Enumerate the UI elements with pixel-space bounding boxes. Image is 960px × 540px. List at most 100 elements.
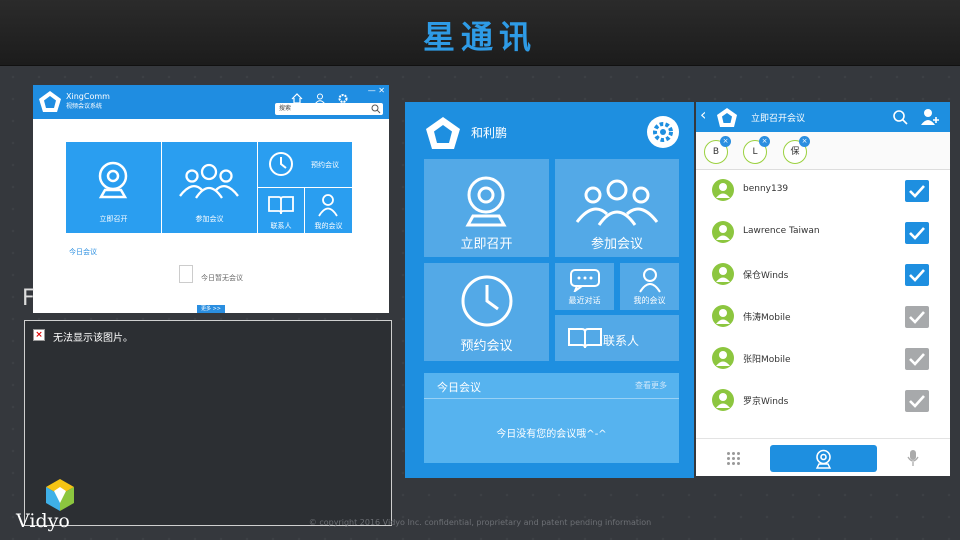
person-icon (318, 194, 338, 217)
contact-row[interactable]: 伟涛Mobile (696, 296, 950, 338)
desktop-tile-schedule[interactable]: 预约会议 (258, 142, 352, 187)
desktop-search-input[interactable]: 搜索 (275, 103, 383, 115)
desktop-tile-join[interactable]: 参加会议 (162, 142, 257, 233)
clock-icon (269, 152, 293, 176)
tablet-tile-start[interactable]: 立即召开 (424, 159, 549, 257)
selected-contacts-bar: B × L × 保 × (696, 132, 950, 170)
contact-name: 伟涛Mobile (743, 313, 791, 323)
group-icon (179, 163, 239, 199)
empty-document-icon (179, 265, 193, 283)
webcam-icon (465, 176, 507, 227)
contact-checkbox[interactable] (905, 222, 929, 244)
avatar-icon (712, 179, 734, 201)
tablet-tile-join[interactable]: 参加会议 (555, 159, 679, 257)
xingcomm-logo-icon (39, 91, 61, 112)
tablet-today-header: 今日会议 (437, 381, 481, 394)
selected-chip[interactable]: 保 × (783, 136, 810, 164)
tablet-tile-contacts[interactable]: 联系人 (555, 315, 679, 361)
book-icon (568, 328, 602, 349)
dialpad-icon[interactable] (726, 451, 741, 466)
window-controls[interactable]: — ✕ (368, 86, 385, 95)
chip-label: 保 (790, 147, 800, 157)
contact-checkbox[interactable] (905, 264, 929, 286)
divider (424, 398, 679, 399)
brand-name: XingComm (66, 92, 110, 101)
desktop-tile-contacts[interactable]: 联系人 (258, 188, 304, 233)
home-icon[interactable] (291, 89, 305, 104)
contact-row[interactable]: 保仓Winds (696, 254, 950, 296)
remove-icon[interactable]: × (759, 136, 770, 147)
desktop-tile-contacts-label: 联系人 (270, 222, 292, 230)
brand-subtitle: 视频会议系统 (66, 103, 103, 110)
contact-checkbox[interactable] (905, 348, 929, 370)
broken-image-message: 无法显示该图片。 (53, 333, 133, 344)
copyright-text: © copyright 2016 Vidyo Inc. confidential… (308, 518, 652, 527)
avatar-icon (712, 263, 734, 285)
book-icon (268, 196, 294, 215)
contact-row[interactable]: 罗京Winds (696, 380, 950, 422)
tablet-tile-join-label: 参加会议 (590, 237, 643, 252)
contact-checkbox[interactable] (905, 306, 929, 328)
search-placeholder: 搜索 (279, 105, 292, 112)
clock-icon (461, 275, 513, 327)
tablet-see-more-link[interactable]: 查看更多 (635, 380, 667, 391)
tablet-empty-text: 今日没有您的会议哦^-^ (496, 429, 607, 440)
tablet-tile-schedule[interactable]: 预约会议 (424, 263, 549, 361)
contact-row[interactable]: benny139 (696, 170, 950, 212)
search-icon[interactable] (371, 104, 381, 114)
avatar-icon (712, 305, 734, 327)
desktop-tile-start-label: 立即召开 (99, 215, 128, 223)
remove-icon[interactable]: × (799, 136, 810, 147)
group-icon (575, 179, 659, 226)
xingcomm-logo-icon (426, 117, 460, 149)
back-chevron-icon[interactable]: ‹ (700, 105, 706, 124)
desktop-tile-my-meetings[interactable]: 我的会议 (305, 188, 352, 233)
microphone-icon[interactable] (907, 449, 919, 467)
avatar-icon (712, 347, 734, 369)
desktop-more-button[interactable]: 更多 >> (197, 305, 225, 313)
desktop-empty-text: 今日暂无会议 (201, 274, 243, 282)
user-icon[interactable] (314, 89, 328, 104)
desktop-tile-start[interactable]: 立即召开 (66, 142, 161, 233)
phone-top-bar: ‹ 立即召开会议 (696, 102, 950, 132)
webcam-icon (815, 449, 832, 469)
chat-bubble-icon (570, 269, 600, 292)
selected-chip[interactable]: L × (743, 136, 770, 164)
contact-row[interactable]: 张阳Mobile (696, 338, 950, 380)
tablet-tile-schedule-label: 预约会议 (460, 339, 513, 354)
add-user-icon[interactable] (920, 108, 940, 126)
gear-icon[interactable] (337, 89, 351, 103)
phone-title: 立即召开会议 (751, 114, 806, 124)
contact-checkbox[interactable] (905, 390, 929, 412)
remove-icon[interactable]: × (720, 136, 731, 147)
tablet-user-name: 和利鹏 (471, 126, 508, 140)
tablet-tile-start-label: 立即召开 (460, 237, 513, 252)
avatar-icon (712, 389, 734, 411)
tablet-tile-my-meetings-label: 我的会议 (633, 296, 666, 305)
start-call-button[interactable] (770, 445, 877, 472)
desktop-tile-join-label: 参加会议 (195, 215, 224, 223)
tablet-tile-my-meetings[interactable]: 我的会议 (620, 263, 679, 310)
contact-row[interactable]: Lawrence Taiwan (696, 212, 950, 254)
tablet-tile-recent[interactable]: 最近对话 (555, 263, 614, 310)
xingcomm-logo-icon (717, 108, 737, 127)
desktop-brand: XingComm 视频会议系统 (66, 92, 110, 112)
contact-checkbox[interactable] (905, 180, 929, 202)
phone-start-meeting-screen: ‹ 立即召开会议 B × L × 保 × benny139 Lawrence Ta… (696, 102, 950, 476)
selected-chip[interactable]: B × (704, 136, 731, 164)
slide-header: 星通讯 (0, 0, 960, 66)
broken-image-placeholder: × 无法显示该图片。 (24, 320, 392, 526)
chip-label: L (752, 147, 758, 157)
slide-title: 星通讯 (422, 18, 537, 56)
tablet-today-panel: 今日会议 查看更多 今日没有您的会议哦^-^ (424, 373, 679, 463)
contact-name: 罗京Winds (743, 397, 789, 407)
settings-gear-icon[interactable] (647, 116, 679, 148)
slide-text-fragment: F (22, 286, 35, 311)
avatar-icon (712, 221, 734, 243)
search-icon[interactable] (892, 109, 908, 125)
desktop-title-bar: XingComm 视频会议系统 — ✕ 搜索 (33, 85, 389, 119)
chip-label: B (712, 147, 720, 157)
person-icon (639, 268, 661, 293)
tablet-tile-recent-label: 最近对话 (568, 296, 601, 305)
tablet-home-screen: 和利鹏 立即召开 参加会议 预约会议 最近对话 我的会议 联系人 今日会议 查看… (405, 102, 694, 478)
